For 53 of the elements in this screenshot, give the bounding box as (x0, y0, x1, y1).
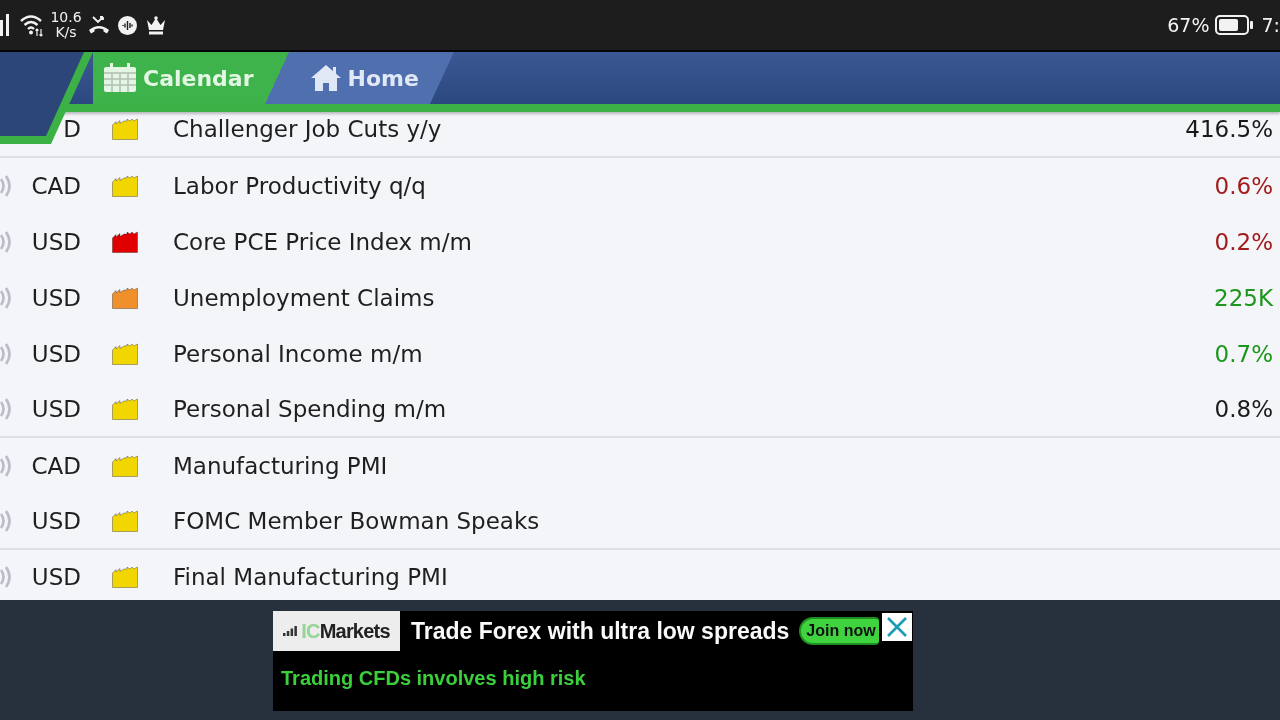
currency-code: USD (30, 508, 81, 534)
currency-code: CAD (30, 453, 81, 479)
actual-value: 0.8% (1214, 396, 1273, 422)
event-name: Manufacturing PMI (173, 453, 388, 479)
calendar-icon (103, 63, 137, 93)
event-name: Unemployment Claims (173, 285, 435, 311)
close-icon (887, 617, 907, 637)
sound-waves-icon[interactable] (0, 397, 14, 421)
actual-value: 416.5% (1185, 116, 1273, 142)
sound-waves-icon[interactable] (0, 565, 14, 589)
currency-code: USD (30, 285, 81, 311)
currency-code: USD (30, 229, 81, 255)
actual-value: 0.2% (1214, 229, 1273, 255)
crown-icon (146, 15, 166, 35)
ad-headline: Trade Forex with ultra low spreads (411, 617, 790, 645)
close-button[interactable] (882, 613, 912, 641)
currency-code: D (62, 116, 81, 142)
ad-banner[interactable]: ICMarkets Trade Forex with ultra low spreads Join now Trading CFDs involves high risk (273, 611, 913, 711)
sound-waves-icon[interactable] (0, 174, 14, 198)
battery-percent: 67% (1167, 14, 1210, 36)
clock-time: 7: (1261, 14, 1280, 36)
network-speed-unit: K/s (55, 25, 77, 40)
sound-waves-icon[interactable] (0, 286, 14, 310)
ad-logo-text: ICMarkets (301, 619, 390, 643)
join-button[interactable]: Join now (799, 617, 880, 645)
sound-waves-icon[interactable] (0, 509, 14, 533)
sound-waves-icon[interactable] (0, 342, 14, 366)
sound-waves-icon[interactable] (0, 454, 14, 478)
actual-value: 0.7% (1214, 341, 1273, 367)
wifi-icon (20, 13, 44, 37)
missed-call-icon (88, 15, 110, 35)
home-icon (309, 64, 342, 92)
sound-waves-icon[interactable] (0, 230, 14, 254)
event-name: Challenger Job Cuts y/y (173, 116, 442, 142)
signal-icon (0, 14, 10, 36)
currency-code: USD (30, 341, 81, 367)
currency-code: USD (30, 396, 81, 422)
actual-value: 0.6% (1214, 173, 1273, 199)
tab[interactable]: Home (288, 52, 454, 104)
event-name: Personal Spending m/m (173, 396, 447, 422)
battery-icon (1214, 15, 1253, 35)
currency-code: USD (30, 564, 81, 590)
event-name: Personal Income m/m (173, 341, 423, 367)
event-name: Labor Productivity q/q (173, 173, 426, 199)
actual-value: 225K (1214, 285, 1273, 311)
event-name: Core PCE Price Index m/m (173, 229, 472, 255)
sound-wave-circle-icon (118, 15, 137, 35)
network-speed-value: 10.6 (50, 10, 82, 25)
event-name: Final Manufacturing PMI (173, 564, 448, 590)
currency-code: CAD (30, 173, 81, 199)
ad-disclaimer: Trading CFDs involves high risk (281, 667, 586, 690)
event-name: FOMC Member Bowman Speaks (173, 508, 540, 534)
bar-chart-icon (283, 626, 298, 636)
